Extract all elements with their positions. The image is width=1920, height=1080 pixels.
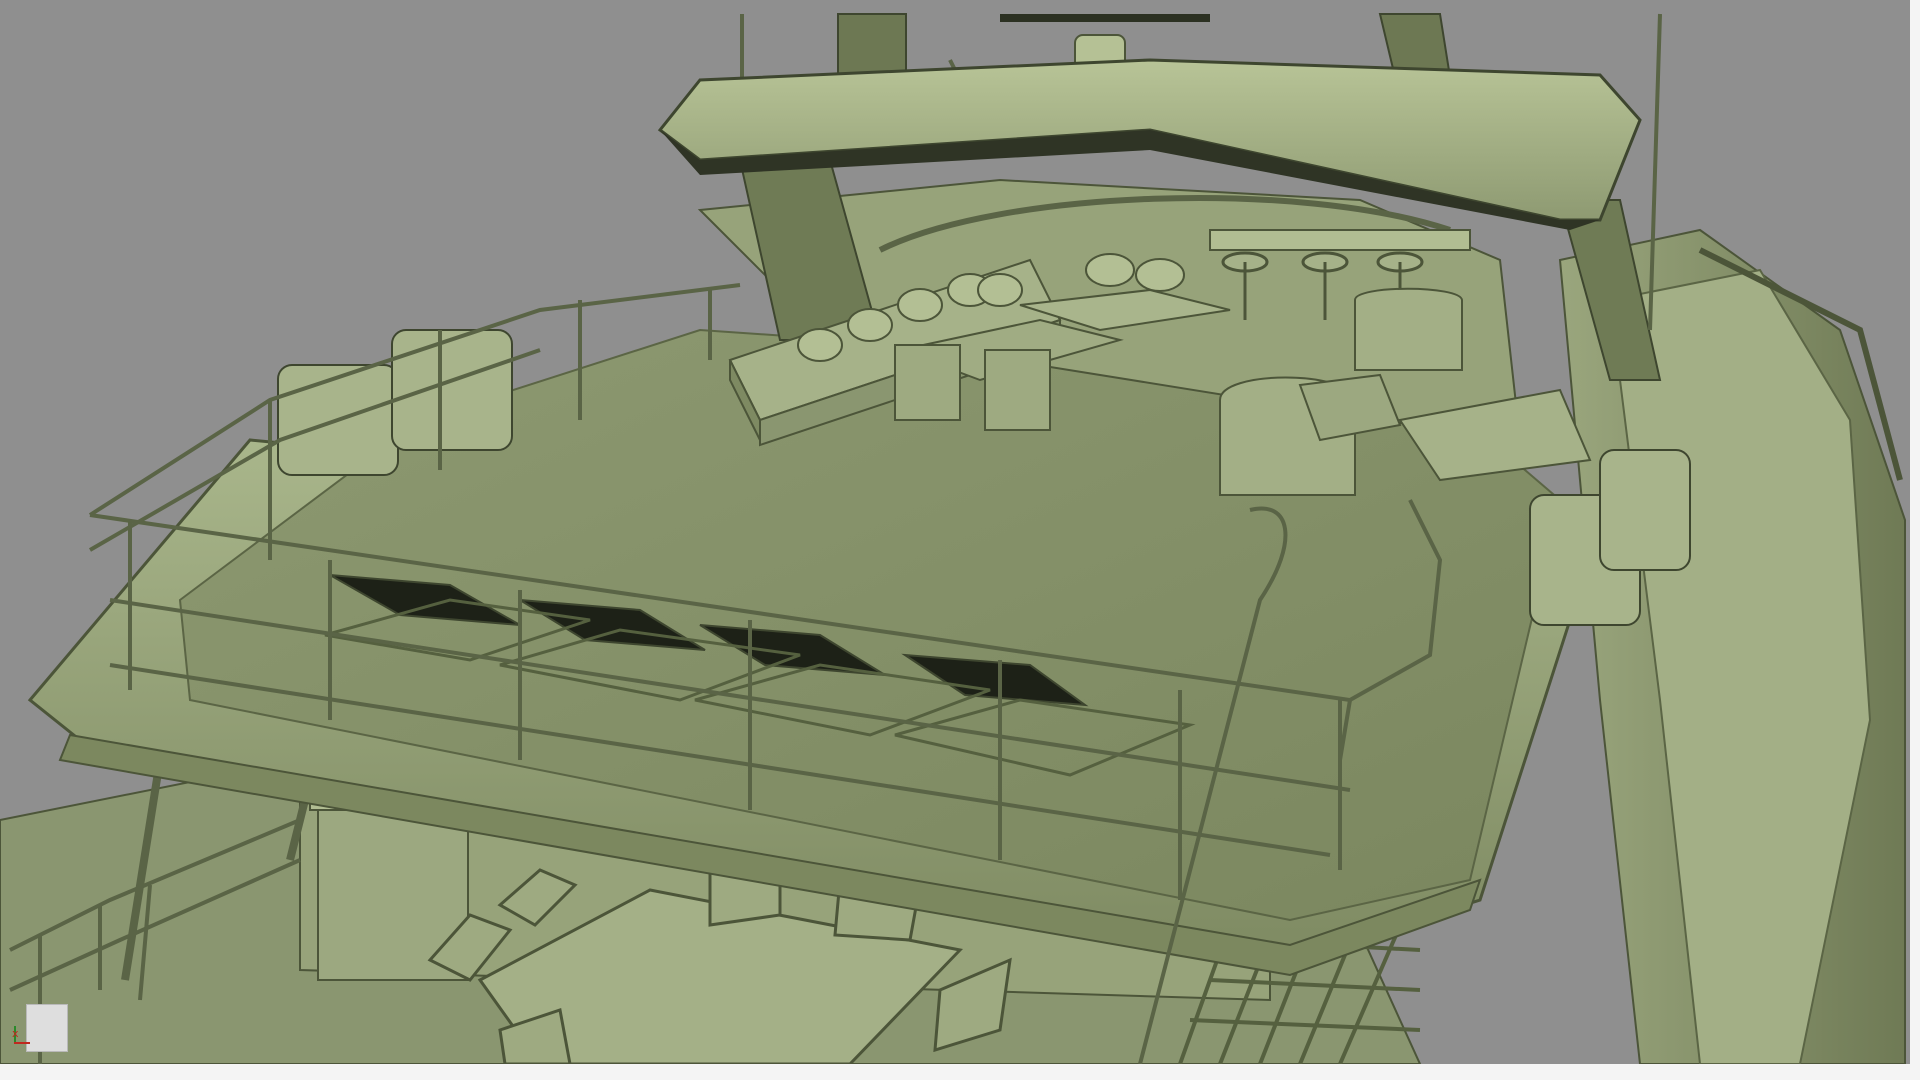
viewport-frame-bottom [0,1064,1920,1080]
radar-antenna [1000,14,1210,22]
axis-gizmo: x [12,1004,68,1052]
3d-viewport[interactable]: x [0,0,1920,1080]
axis-x-line [14,1042,30,1044]
viewport-frame-right [1910,0,1920,1080]
bar-counter [1209,229,1471,251]
axis-x-label: x [12,1027,19,1040]
view-cube[interactable] [26,1004,68,1052]
yacht-model-render[interactable] [0,0,1920,1080]
